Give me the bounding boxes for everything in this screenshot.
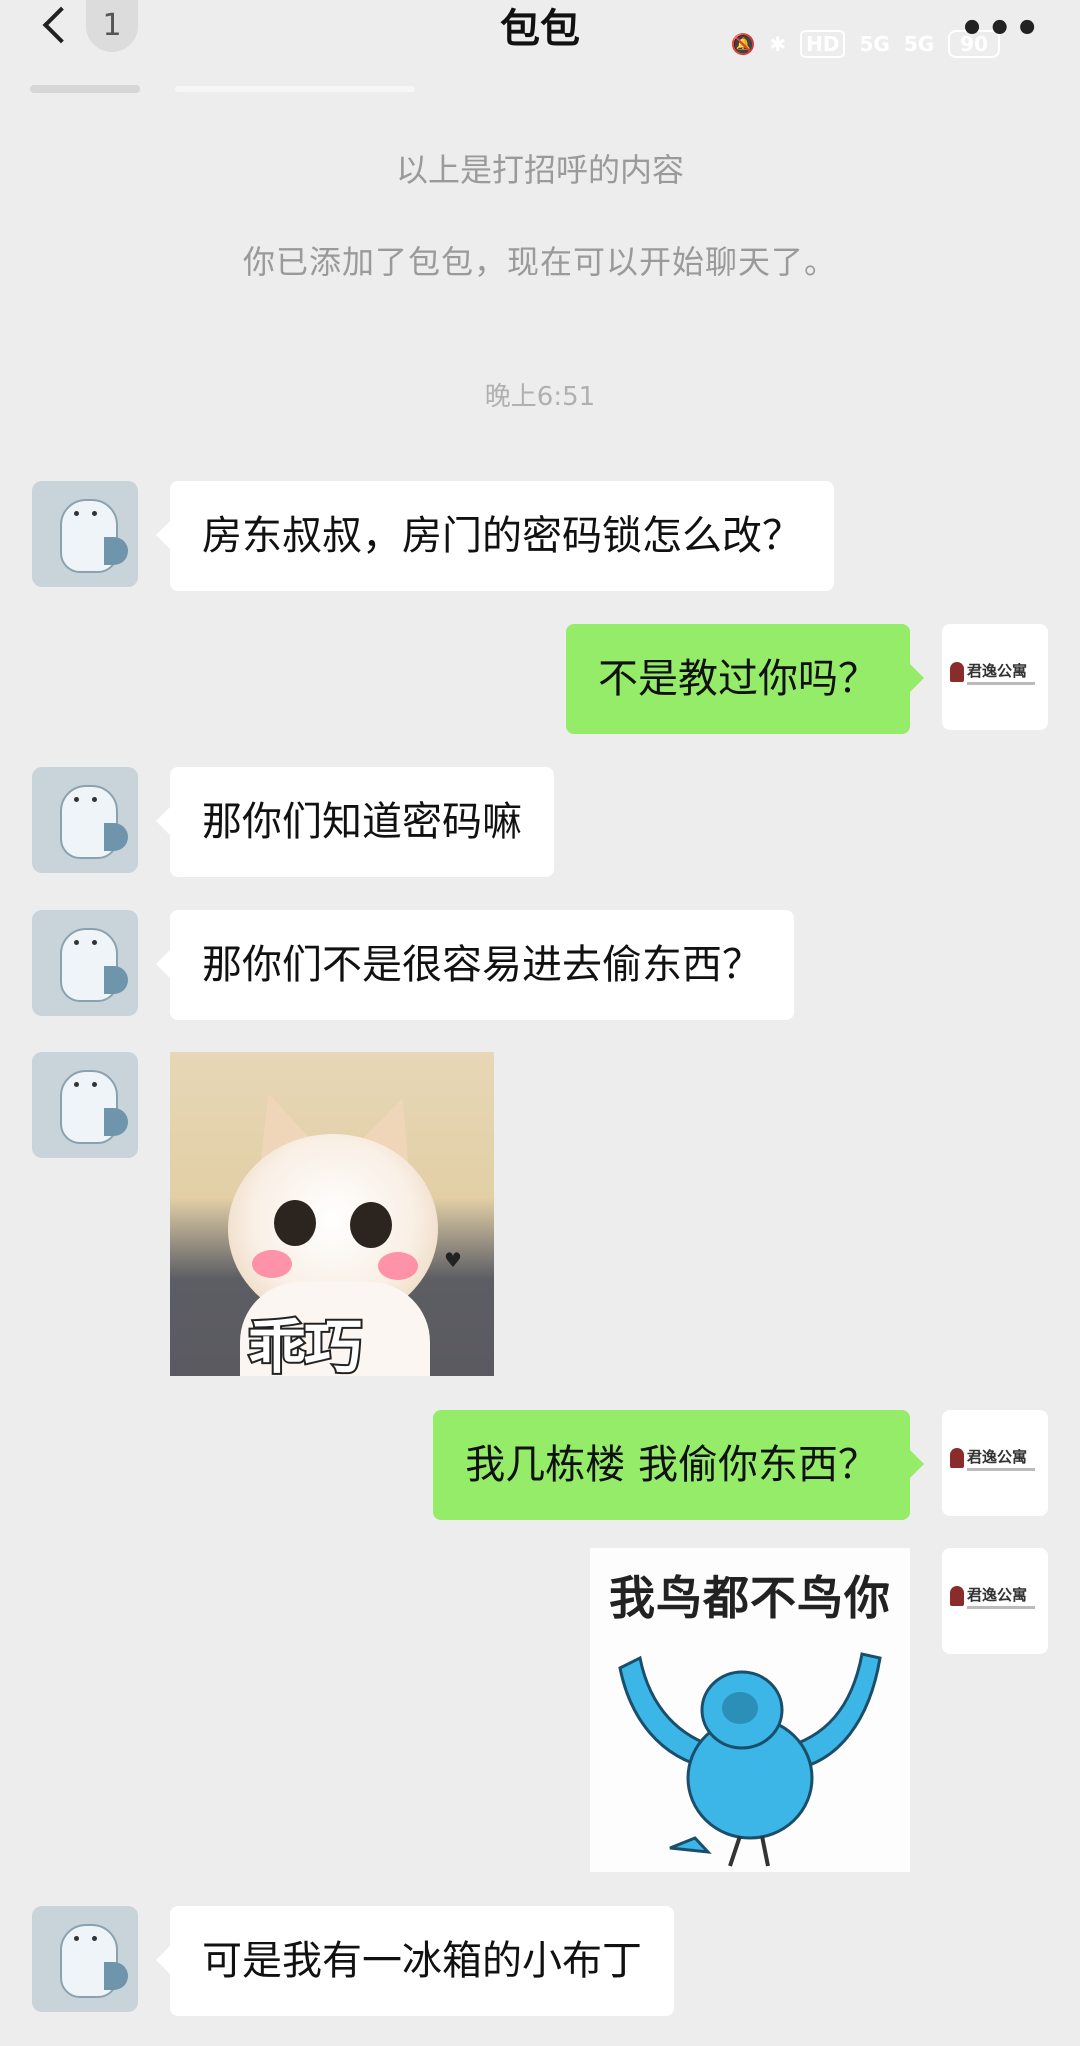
message-bubble-incoming[interactable]: 那你们知道密码嘛 [156,767,554,877]
sticker-caption: 乖巧 [246,1311,364,1376]
added-friend-note: 你已添加了包包，现在可以开始聊天了。 [242,243,837,281]
contact-avatar[interactable] [32,767,138,873]
my-avatar[interactable]: 君逸公寓 [942,1548,1048,1654]
mute-icon: 🔕 [730,32,756,56]
message-bubble-incoming[interactable]: 房东叔叔，房门的密码锁怎么改？ [156,481,834,591]
signal-icon-2: 5G [903,32,935,56]
cat-sticker[interactable]: ♥ 乖巧 [170,1052,494,1376]
contact-avatar[interactable] [32,910,138,1016]
avatar-brand-text: 君逸公寓 [967,1448,1028,1466]
heart-icon: ♥ [444,1248,462,1272]
timestamp: 晚上6:51 [484,382,596,412]
message-bubble-incoming[interactable]: 可是我有一冰箱的小布丁 [156,1906,674,2016]
building-logo-icon [950,1448,964,1468]
more-options-button[interactable]: ••• [959,6,1042,52]
my-avatar[interactable]: 君逸公寓 [942,624,1048,730]
message-bubble-outgoing[interactable]: 我几栋楼 我偷你东西？ [433,1410,924,1520]
avatar-brand-text: 君逸公寓 [967,662,1028,680]
top-bar: 1 包包 🔕 ✱ HD 5G 5G 90 ••• [0,0,1080,90]
bluetooth-icon: ✱ [769,32,787,56]
avatar-brand-text: 君逸公寓 [967,1586,1028,1604]
building-logo-icon [950,1586,964,1606]
message-bubble-outgoing[interactable]: 不是教过你吗？ [566,624,924,734]
contact-avatar[interactable] [32,481,138,587]
signal-icon-1: 5G [859,32,890,56]
hd-badge: HD [800,30,846,58]
building-logo-icon [950,662,964,682]
blue-bird-sticker[interactable]: 我鸟都不鸟你 [590,1548,910,1872]
my-avatar[interactable]: 君逸公寓 [942,1410,1048,1516]
divider [30,85,140,93]
greeting-note: 以上是打招呼的内容 [395,151,684,189]
blue-bird-icon [618,1652,882,1867]
divider [175,86,415,92]
contact-avatar[interactable] [32,1052,138,1158]
contact-avatar[interactable] [32,1906,138,2012]
message-bubble-incoming[interactable]: 那你们不是很容易进去偷东西？ [156,910,794,1020]
